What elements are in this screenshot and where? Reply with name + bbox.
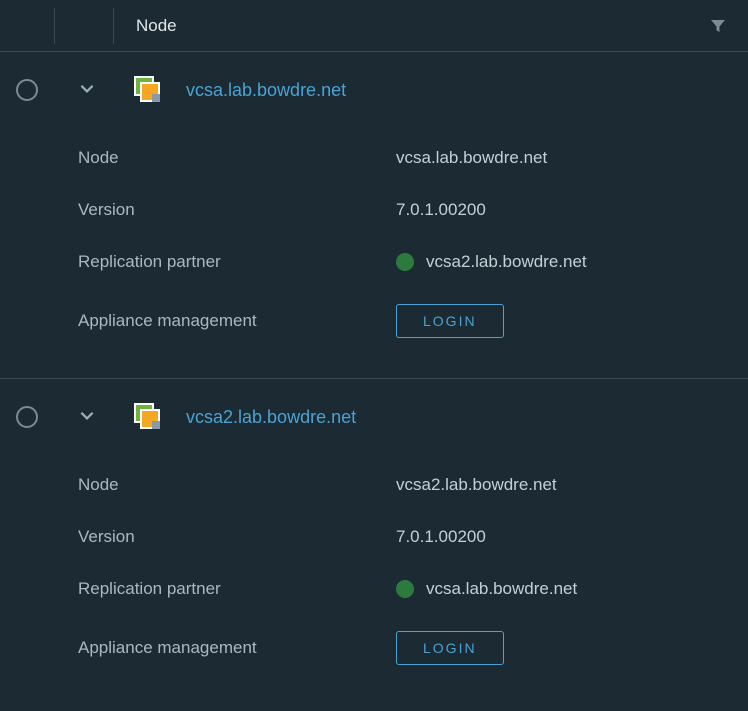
label-replication-partner: Replication partner	[78, 252, 396, 272]
chevron-down-icon[interactable]	[78, 79, 96, 102]
value-node: vcsa2.lab.bowdre.net	[396, 475, 557, 495]
table-row: vcsa.lab.bowdre.net	[0, 52, 748, 114]
header-divider	[113, 8, 114, 44]
label-appliance-management: Appliance management	[78, 638, 396, 658]
row-select-radio[interactable]	[16, 406, 38, 428]
label-version: Version	[78, 527, 396, 547]
login-button[interactable]: LOGIN	[396, 631, 504, 665]
table-row: vcsa2.lab.bowdre.net	[0, 379, 748, 441]
value-node: vcsa.lab.bowdre.net	[396, 148, 547, 168]
vcenter-icon	[134, 403, 162, 431]
value-replication-partner: vcsa.lab.bowdre.net	[426, 579, 577, 599]
value-version: 7.0.1.00200	[396, 527, 486, 547]
column-header-node[interactable]: Node	[136, 16, 177, 36]
node-details: Node vcsa2.lab.bowdre.net Version 7.0.1.…	[0, 441, 748, 705]
header-divider	[54, 8, 55, 44]
value-replication-partner: vcsa2.lab.bowdre.net	[426, 252, 587, 272]
login-button[interactable]: LOGIN	[396, 304, 504, 338]
value-version: 7.0.1.00200	[396, 200, 486, 220]
label-node: Node	[78, 475, 396, 495]
label-appliance-management: Appliance management	[78, 311, 396, 331]
status-ok-icon	[396, 580, 414, 598]
table-header: Node	[0, 0, 748, 52]
label-replication-partner: Replication partner	[78, 579, 396, 599]
node-name-link[interactable]: vcsa2.lab.bowdre.net	[186, 407, 356, 428]
row-select-radio[interactable]	[16, 79, 38, 101]
chevron-down-icon[interactable]	[78, 406, 96, 429]
node-name-link[interactable]: vcsa.lab.bowdre.net	[186, 80, 346, 101]
label-node: Node	[78, 148, 396, 168]
vcenter-icon	[134, 76, 162, 104]
filter-icon[interactable]	[710, 18, 726, 39]
label-version: Version	[78, 200, 396, 220]
status-ok-icon	[396, 253, 414, 271]
node-details: Node vcsa.lab.bowdre.net Version 7.0.1.0…	[0, 114, 748, 378]
